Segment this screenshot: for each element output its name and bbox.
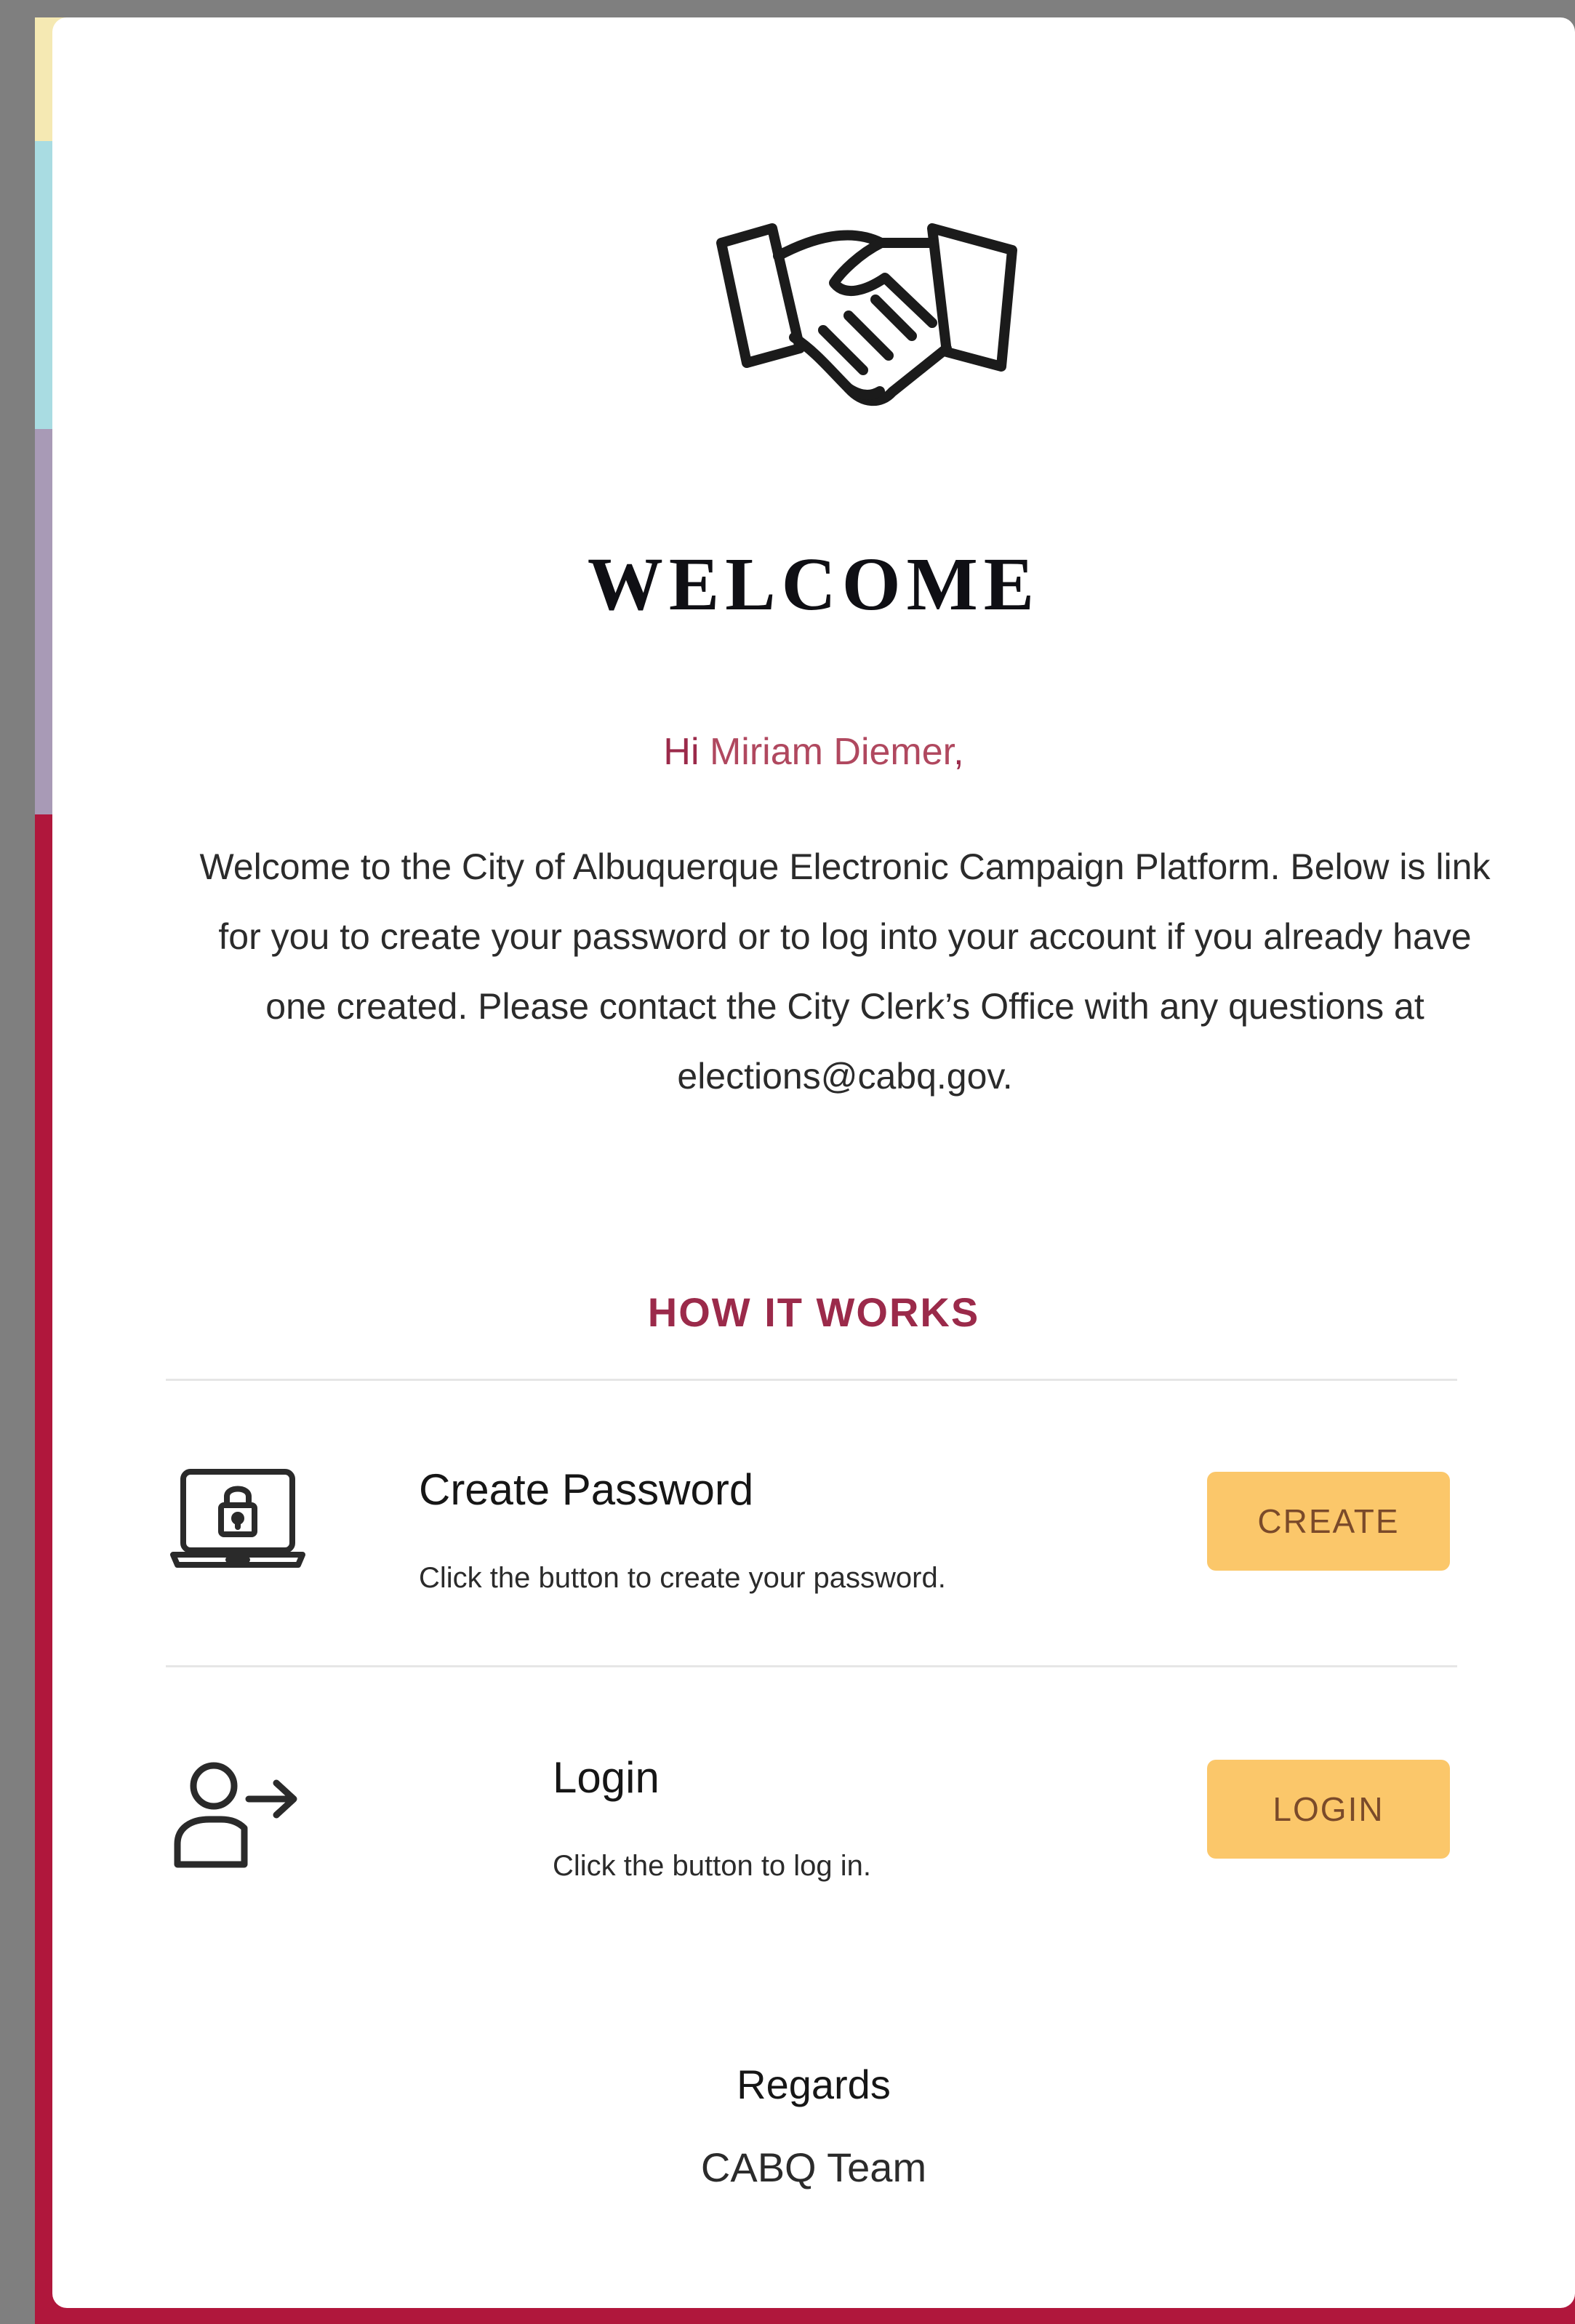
regards-text: Regards (737, 2061, 891, 2107)
login-title: Login (553, 1753, 660, 1802)
user-name: Miriam Diemer (709, 731, 954, 773)
create-password-title: Create Password (419, 1465, 754, 1514)
how-it-works-heading: HOW IT WORKS (647, 1289, 980, 1335)
divider (166, 1379, 1457, 1381)
welcome-card: WELCOME Hi Miriam Diemer, Welcome to the… (52, 17, 1575, 2308)
handshake-icon (716, 223, 1017, 406)
laptop-lock-icon (170, 1469, 305, 1568)
create-button[interactable]: CREATE (1207, 1472, 1450, 1571)
greeting-suffix: , (953, 731, 964, 773)
login-button[interactable]: LOGIN (1207, 1760, 1450, 1859)
login-description: Click the button to log in. (553, 1850, 872, 1882)
user-arrow-icon (174, 1762, 297, 1868)
team-signature: CABQ Team (700, 2144, 927, 2190)
divider (166, 1665, 1457, 1667)
create-password-description: Click the button to create your password… (419, 1562, 946, 1594)
greeting: Hi Miriam Diemer, (52, 730, 1575, 774)
page-title: WELCOME (587, 542, 1041, 626)
greeting-prefix: Hi (663, 731, 710, 773)
intro-paragraph: Welcome to the City of Albuquerque Elect… (199, 846, 1491, 1097)
